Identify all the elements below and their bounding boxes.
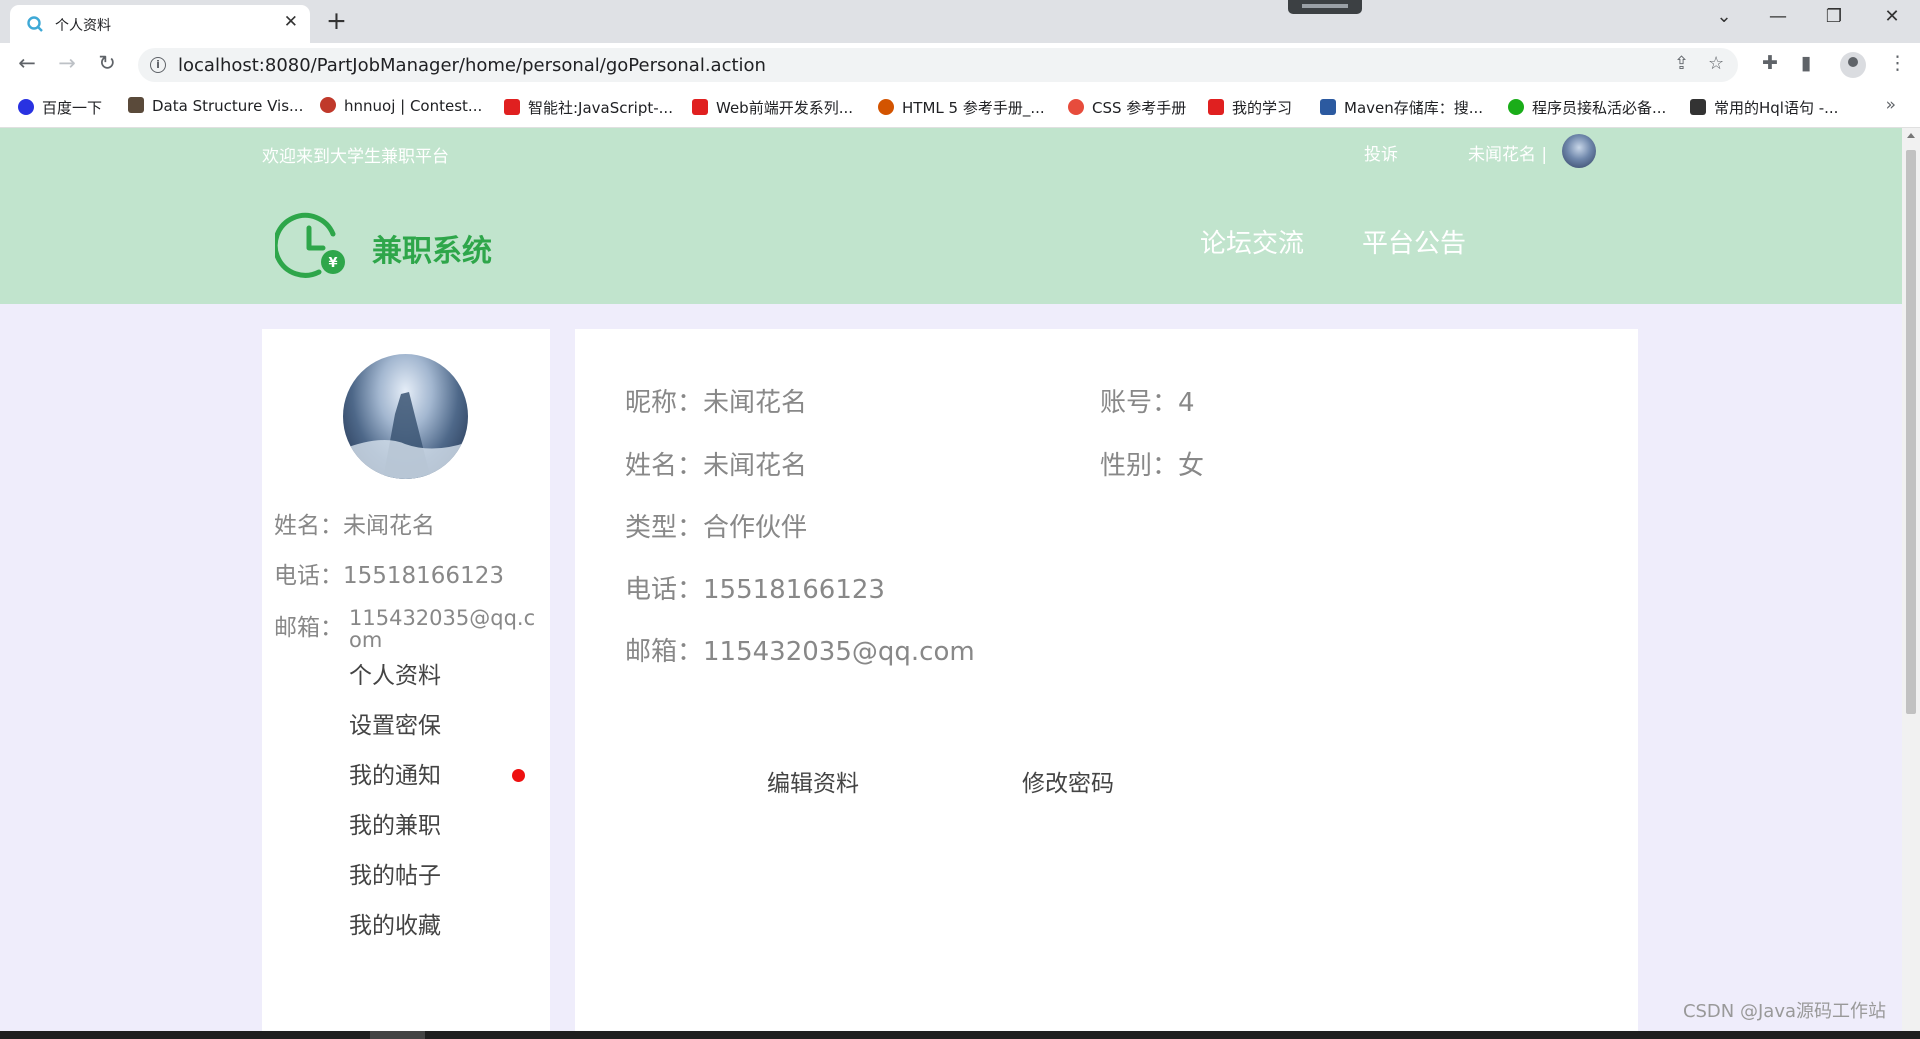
avatar-mountain-image (343, 392, 468, 479)
site-info-icon[interactable]: i (150, 57, 166, 73)
share-icon[interactable]: ⇪ (1674, 53, 1689, 74)
menu-my-posts[interactable]: 我的帖子 (349, 856, 441, 890)
menu-favorites[interactable]: 我的收藏 (349, 906, 441, 940)
window-close-icon[interactable]: ✕ (1872, 6, 1912, 27)
minimize-icon[interactable]: — (1758, 6, 1798, 27)
bookmarks-more-icon[interactable]: » (1886, 95, 1896, 115)
page-scrollbar[interactable] (1902, 128, 1920, 1031)
field-gender: 性别：女 (1100, 451, 1205, 481)
bookmark-item[interactable]: Data Structure Vis... (128, 97, 303, 115)
bookmark-item[interactable]: 程序员接私活必备... (1508, 97, 1666, 118)
browser-toolbar: ← → ↻ i localhost:8080/PartJobManager/ho… (0, 43, 1920, 86)
bookmark-item[interactable]: 我的学习 (1208, 97, 1292, 118)
notification-dot (512, 769, 525, 782)
watermark: CSDN @Java源码工作站 (1682, 1001, 1886, 1022)
paw-icon (18, 99, 34, 115)
bookmark-item[interactable]: CSS 参考手册 (1068, 97, 1186, 118)
sidebar-email: 115432035@qq.com (349, 606, 536, 652)
taskbar-strip (0, 1031, 1920, 1039)
menu-kebab-icon[interactable]: ⋮ (1888, 52, 1907, 74)
field-nickname: 昵称：未闻花名 (625, 388, 808, 418)
nav-forum[interactable]: 论坛交流 (1200, 223, 1304, 260)
site-favicon-icon (128, 97, 144, 113)
profile-detail-card: 昵称：未闻花名 账号：4 姓名：未闻花名 性别：女 类型：合作伙伴 电话：155… (575, 329, 1638, 1031)
bookmarks-bar: 百度一下 Data Structure Vis... hnnuoj | Cont… (0, 86, 1920, 128)
menu-security-question[interactable]: 设置密保 (349, 706, 441, 740)
tab-search-pill[interactable] (1288, 0, 1362, 14)
header-username[interactable]: 未闻花名 | (1468, 140, 1547, 165)
back-icon[interactable]: ← (12, 51, 42, 75)
bookmark-item[interactable]: Web前端开发系列... (692, 97, 853, 118)
field-email: 邮箱：115432035@qq.com (625, 637, 975, 667)
site-favicon-icon (1320, 99, 1336, 115)
bookmark-item[interactable]: hnnuoj | Contest... (320, 97, 482, 115)
welcome-text: 欢迎来到大学生兼职平台 (262, 147, 449, 167)
bookmark-star-icon[interactable]: ☆ (1708, 53, 1724, 74)
change-password-button[interactable]: 修改密码 (1022, 764, 1114, 798)
sidebar-phone: 电话：15518166123 (274, 563, 504, 589)
page-viewport: 欢迎来到大学生兼职平台 投诉 未闻花名 | ¥ 兼职系统 论坛交流 平台公告 姓… (0, 128, 1902, 1031)
tab-title: 个人资料 (55, 18, 111, 34)
nav-announcement[interactable]: 平台公告 (1362, 223, 1466, 260)
scroll-up-arrow-icon[interactable] (1907, 133, 1915, 138)
tab-close-icon[interactable]: ✕ (284, 12, 298, 32)
browser-tabbar: 个人资料 ✕ + ⌄ — ❐ ✕ (0, 0, 1920, 43)
sidebar-name: 姓名：未闻花名 (274, 513, 435, 539)
forward-icon[interactable]: → (52, 51, 82, 75)
bookmark-item[interactable]: 常用的Hql语句 -... (1690, 97, 1838, 118)
profile-icon[interactable] (1840, 52, 1866, 78)
field-account: 账号：4 (1100, 388, 1195, 418)
edit-profile-button[interactable]: 编辑资料 (767, 764, 859, 798)
profile-sidebar: 姓名：未闻花名 电话：15518166123 邮箱： 115432035@qq.… (262, 329, 550, 1031)
new-tab-icon[interactable]: + (326, 6, 347, 35)
menu-my-jobs[interactable]: 我的兼职 (349, 806, 441, 840)
menu-notifications[interactable]: 我的通知 (349, 756, 441, 790)
search-icon (27, 16, 43, 32)
site-favicon-icon (878, 99, 894, 115)
side-panel-icon[interactable]: ▮ (1801, 52, 1811, 74)
url-text[interactable]: localhost:8080/PartJobManager/home/perso… (178, 55, 766, 76)
tab-list-icon[interactable]: ⌄ (1704, 6, 1744, 27)
browser-tab[interactable]: 个人资料 ✕ (10, 5, 310, 43)
site-header: 欢迎来到大学生兼职平台 投诉 未闻花名 | ¥ 兼职系统 论坛交流 平台公告 (0, 128, 1902, 304)
extensions-icon[interactable]: ✚ (1762, 52, 1778, 74)
site-favicon-icon (320, 97, 336, 113)
brand-title[interactable]: 兼职系统 (372, 226, 492, 270)
bookmark-item[interactable]: Maven存储库：搜... (1320, 97, 1483, 118)
restore-icon[interactable]: ❐ (1814, 6, 1854, 27)
reload-icon[interactable]: ↻ (92, 51, 122, 75)
bookmark-item[interactable]: 智能社:JavaScript-... (504, 97, 673, 118)
address-bar[interactable]: i localhost:8080/PartJobManager/home/per… (138, 48, 1738, 82)
header-avatar[interactable] (1562, 134, 1596, 168)
bookmark-item[interactable]: 百度一下 (18, 97, 102, 118)
svg-text:¥: ¥ (328, 256, 337, 271)
complain-link[interactable]: 投诉 (1364, 140, 1398, 165)
scroll-thumb[interactable] (1906, 150, 1916, 714)
site-favicon-icon (692, 99, 708, 115)
field-type: 类型：合作伙伴 (625, 513, 808, 543)
site-favicon-icon (1208, 99, 1224, 115)
clock-logo-icon: ¥ (275, 212, 345, 278)
profile-avatar[interactable] (343, 354, 468, 479)
site-favicon-icon (504, 99, 520, 115)
wechat-icon (1508, 99, 1524, 115)
bookmark-item[interactable]: HTML 5 参考手册_... (878, 97, 1045, 118)
site-favicon-icon (1068, 99, 1084, 115)
field-name: 姓名：未闻花名 (625, 451, 808, 481)
menu-personal-info[interactable]: 个人资料 (349, 656, 441, 690)
site-favicon-icon (1690, 99, 1706, 115)
field-phone: 电话：15518166123 (625, 575, 885, 605)
sidebar-email-label: 邮箱： (274, 615, 343, 641)
